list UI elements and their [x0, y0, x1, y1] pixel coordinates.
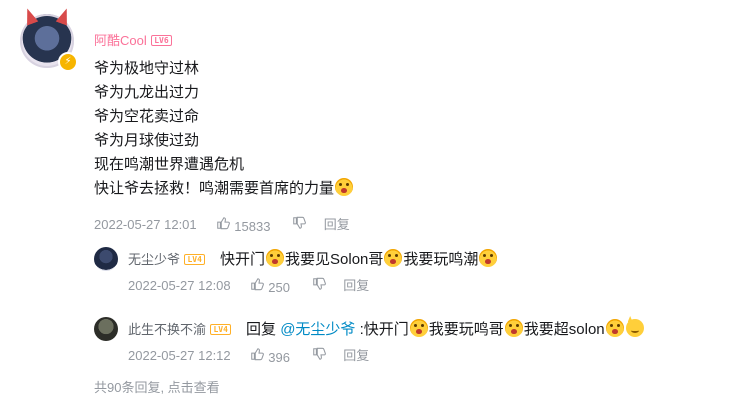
timestamp: 2022-05-27 12:12: [128, 348, 231, 364]
reply-button[interactable]: 回复: [343, 278, 369, 294]
thumbs-up-icon: [251, 278, 265, 291]
thumbs-up-icon: [251, 348, 265, 361]
dislike-button[interactable]: [292, 216, 310, 234]
thumbs-up-icon: [217, 217, 231, 230]
reply-meta: 2022-05-27 12:12 396 回复: [128, 347, 369, 366]
shocked-face-emoji: [504, 319, 523, 337]
reply-avatar[interactable]: [94, 247, 118, 271]
shocked-face-emoji: [409, 319, 428, 337]
like-button[interactable]: 15833: [216, 216, 270, 235]
avatar-horn-decoration: [22, 6, 39, 25]
reply-username[interactable]: 此生不换不渝: [128, 322, 206, 337]
like-button[interactable]: 250: [250, 277, 290, 296]
reply-text: 我要玩鸣潮: [403, 251, 479, 268]
thumbs-down-icon: [293, 217, 306, 230]
like-count: 250: [268, 279, 290, 295]
thumbs-down-icon: [312, 278, 326, 291]
view-all-replies-link[interactable]: 共90条回复, 点击查看: [94, 377, 220, 396]
level-badge: LV4: [210, 324, 231, 336]
comment-line-text: 快让爷去拯救！鸣潮需要首席的力量: [94, 180, 335, 197]
like-count: 15833: [234, 218, 271, 234]
reply-content: 快开门 我要见Solon哥 我要玩鸣潮: [220, 249, 498, 270]
reply-header: 无尘少爷 LV4: [128, 251, 205, 269]
level-badge: LV4: [184, 254, 205, 266]
timestamp: 2022-05-27 12:08: [128, 278, 231, 294]
reply-username[interactable]: 无尘少爷: [128, 252, 180, 267]
comment-line: 现在鸣潮世界遭遇危机: [94, 156, 245, 173]
cat-face-emoji: [625, 319, 644, 337]
comment-meta: 2022-05-27 12:01 15833 回复: [94, 216, 350, 235]
reply-header: 此生不换不渝 LV4: [128, 321, 231, 339]
reply-prefix: 回复: [246, 321, 277, 338]
reply-text: 我要超solon: [523, 321, 605, 338]
comment-line-last: 快让爷去拯救！鸣潮需要首席的力量: [94, 177, 354, 201]
avatar-horn-decoration: [56, 6, 73, 25]
dislike-button[interactable]: [312, 277, 330, 295]
reply-text: 我要玩鸣哥: [428, 321, 504, 338]
reply-button[interactable]: 回复: [324, 217, 350, 233]
verified-badge-icon: ⚡: [58, 52, 78, 72]
like-button[interactable]: 396: [250, 347, 290, 366]
comment-line: 爷为九龙出过力: [94, 84, 200, 101]
comment-line: 爷为空花卖过命: [94, 108, 200, 125]
thumbs-down-icon: [312, 348, 326, 361]
reply-content: 回复 @无尘少爷 :快开门 我要玩鸣哥 我要超solon: [246, 319, 645, 340]
shocked-face-emoji: [384, 249, 403, 267]
username[interactable]: 阿酷Cool: [94, 33, 147, 48]
timestamp: 2022-05-27 12:01: [94, 217, 197, 233]
mention-link[interactable]: @无尘少爷: [280, 321, 355, 338]
shocked-face-emoji: [266, 249, 285, 267]
reply-button[interactable]: 回复: [343, 348, 369, 364]
shocked-face-emoji: [335, 178, 354, 196]
comment-header: 阿酷Cool LV6: [94, 32, 172, 50]
reply-avatar[interactable]: [94, 317, 118, 341]
like-count: 396: [268, 349, 290, 365]
shocked-face-emoji: [479, 249, 498, 267]
reply-meta: 2022-05-27 12:08 250 回复: [128, 277, 369, 296]
reply-text: 我要见Solon哥: [285, 251, 384, 268]
reply-text: :快开门: [359, 321, 409, 338]
dislike-button[interactable]: [312, 347, 330, 365]
level-badge: LV6: [151, 35, 172, 47]
comment-line: 爷为月球使过劲: [94, 132, 200, 149]
shocked-face-emoji: [605, 319, 624, 337]
comment-line: 爷为极地守过林: [94, 60, 200, 77]
reply-text: 快开门: [220, 251, 266, 268]
